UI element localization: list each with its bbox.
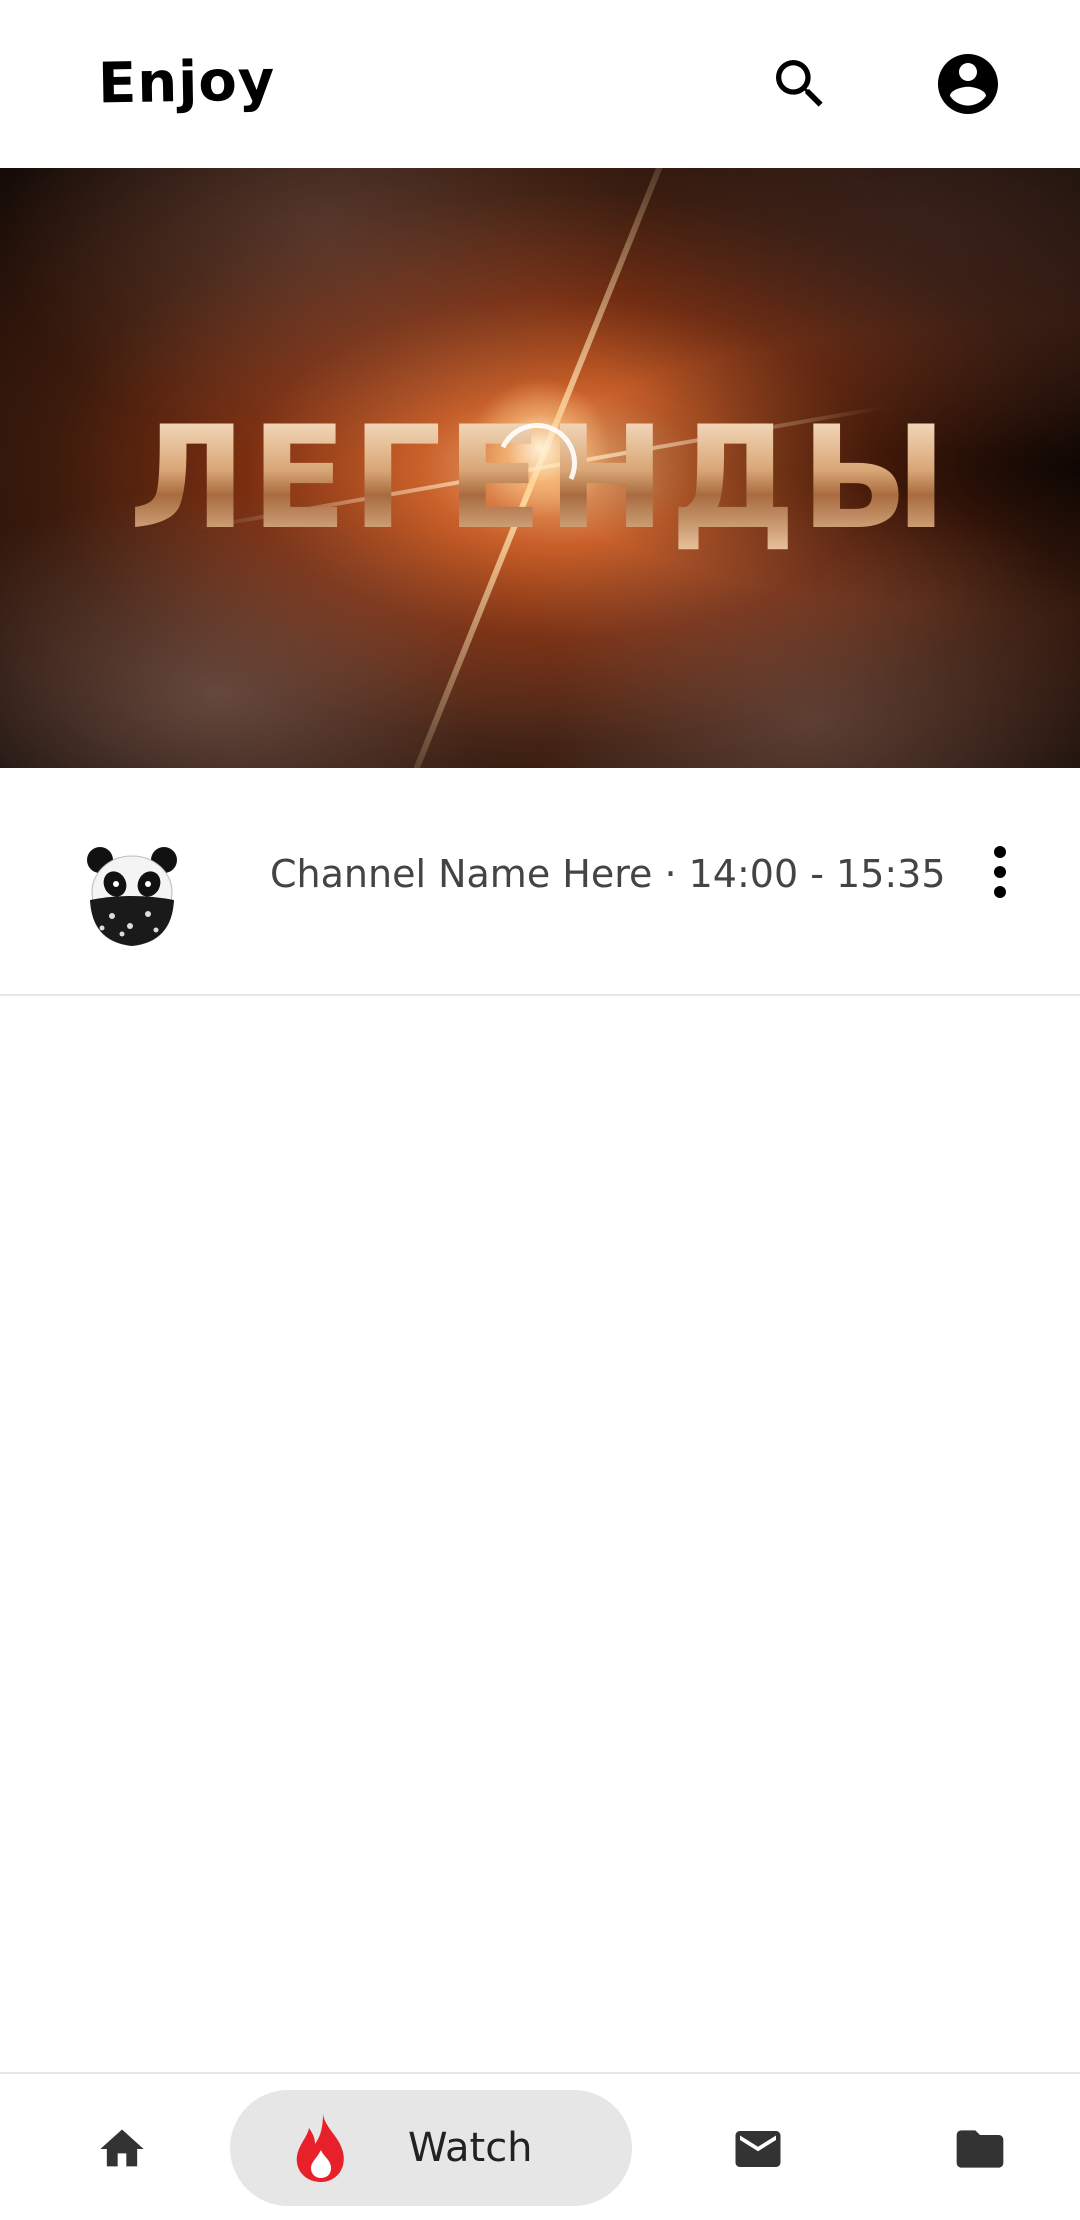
nav-watch[interactable]: Watch [230, 2090, 632, 2206]
top-app-bar: Enjoy [0, 0, 1080, 168]
mail-icon [735, 2131, 781, 2167]
app-logo: Enjoy [97, 48, 276, 117]
nav-folder[interactable] [940, 2114, 1020, 2184]
bottom-navigation: Watch [0, 2072, 1080, 2220]
nav-home[interactable] [82, 2114, 162, 2184]
account-button[interactable] [928, 44, 1008, 124]
more-options-button[interactable] [970, 832, 1030, 912]
video-player[interactable]: ЛЕГЕНДЫ [0, 168, 1080, 768]
more-vert-icon [994, 846, 1006, 898]
account-circle-icon [938, 54, 998, 114]
channel-name-and-time: Channel Name Here · 14:00 - 15:35 [270, 852, 946, 896]
app-screen: Enjoy ЛЕГЕНДЫ Channel Name Here · 14:00 … [0, 0, 1080, 2220]
panda-avatar-icon [72, 834, 192, 954]
channel-info-row: Channel Name Here · 14:00 - 15:35 [0, 768, 1080, 996]
nav-watch-label: Watch [408, 2125, 533, 2171]
search-button[interactable] [760, 44, 840, 124]
home-icon [100, 2129, 144, 2167]
channel-avatar[interactable] [72, 834, 192, 954]
search-icon [776, 60, 823, 107]
folder-icon [956, 2130, 1004, 2168]
fire-icon [286, 2108, 356, 2188]
nav-mail[interactable] [718, 2114, 798, 2184]
